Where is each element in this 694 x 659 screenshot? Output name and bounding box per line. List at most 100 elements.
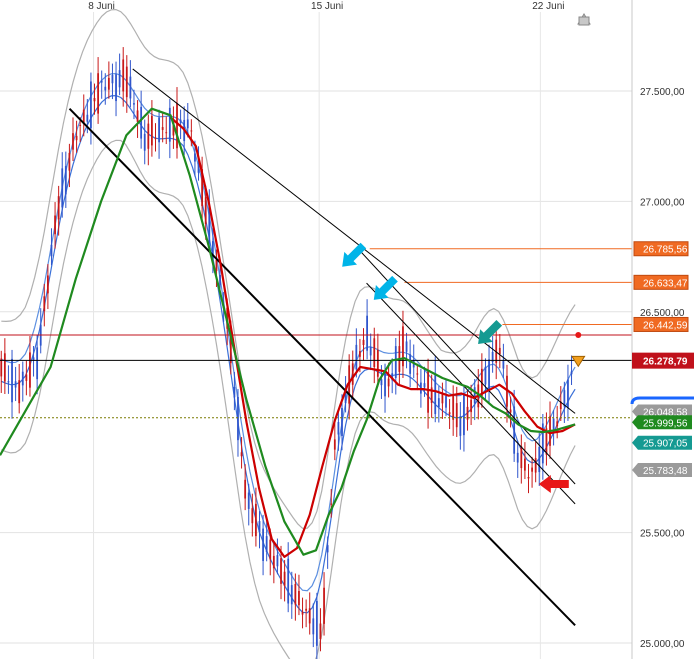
candle-body <box>190 130 193 132</box>
price-tag-label: 26.278,79 <box>643 357 688 368</box>
price-tag-label: 26.785,56 <box>643 245 688 256</box>
candle-body <box>176 103 178 149</box>
candle-body <box>473 387 476 404</box>
candle-body <box>445 396 447 408</box>
price-tag-label: 26.442,59 <box>643 320 688 331</box>
candle-body <box>459 416 462 436</box>
candle-body <box>165 132 168 134</box>
candle-body <box>129 76 132 99</box>
candle-body <box>21 371 24 386</box>
x-tick-label: 8 Juni <box>88 1 115 12</box>
candle-body <box>416 373 419 375</box>
candle-body <box>7 381 10 383</box>
candle-body <box>376 349 379 377</box>
candle-body <box>90 81 92 129</box>
candle-body <box>54 215 56 235</box>
price-tag: 25.783,48 <box>632 463 692 478</box>
candle-body <box>125 66 128 98</box>
price-tag: 26.442,59 <box>633 316 689 332</box>
candle-body <box>140 106 143 139</box>
candle-body <box>305 608 308 611</box>
candle-body <box>567 379 569 408</box>
candle-body <box>36 347 39 380</box>
candle-body <box>552 418 555 429</box>
candle-body <box>373 338 376 368</box>
candle-body <box>194 153 196 162</box>
candle-body <box>298 591 300 606</box>
candle-body <box>323 587 325 624</box>
candle-body <box>93 98 96 102</box>
candle-body <box>333 439 336 450</box>
candle-body <box>362 339 365 346</box>
candle-body <box>158 117 160 143</box>
candle-body <box>72 133 74 150</box>
house-icon-body[interactable] <box>578 16 590 26</box>
candle-body <box>104 86 107 91</box>
candle-body <box>441 394 444 404</box>
candle-body <box>100 80 103 83</box>
candle-body <box>258 521 261 533</box>
candle-body <box>143 133 146 151</box>
price-tag: 25.999,56 <box>632 415 692 430</box>
candle-body <box>409 354 412 374</box>
price-tag-label: 26.633,47 <box>643 278 688 289</box>
price-tag-label: 25.907,05 <box>643 439 688 450</box>
candle-body <box>319 623 322 640</box>
candle-body <box>50 244 53 257</box>
y-tick-label: 25.500,00 <box>640 529 685 540</box>
candle-body <box>204 197 207 225</box>
candle-body <box>168 107 171 142</box>
candle-body <box>61 168 64 208</box>
candle-body <box>369 346 372 356</box>
candle-body <box>434 372 437 415</box>
candle-body <box>43 296 46 312</box>
candle-body <box>136 110 139 122</box>
candle-body <box>326 545 329 553</box>
candle-body <box>341 407 343 437</box>
marker-dot <box>575 331 582 338</box>
candle-body <box>524 458 526 471</box>
candle-body <box>111 74 114 84</box>
candle-body <box>463 395 465 436</box>
candle-body <box>380 379 383 386</box>
candle-body <box>405 341 408 352</box>
candle-body <box>79 124 82 126</box>
candle-body <box>244 479 247 499</box>
x-tick-label: 22 Juni <box>532 1 564 12</box>
candle-body <box>470 399 473 413</box>
candle-body <box>115 74 117 102</box>
candle-body <box>151 115 153 146</box>
candle-body <box>68 152 71 171</box>
candle-body <box>276 555 279 567</box>
candle-body <box>14 381 17 388</box>
candle-body <box>509 409 512 413</box>
candle-body <box>133 103 135 105</box>
candle-body <box>502 360 505 369</box>
price-tags: 26.785,5626.633,4726.442,5926.278,7926.0… <box>630 241 694 478</box>
candle-body <box>538 446 541 473</box>
y-tick-label: 27.000,00 <box>640 197 685 208</box>
candle-body <box>394 346 397 378</box>
candle-body <box>423 383 426 388</box>
candle-body <box>516 452 519 463</box>
price-tag-label: 25.783,48 <box>643 466 688 477</box>
candle-body <box>75 135 78 141</box>
candle-body <box>290 585 293 605</box>
candle-body <box>534 458 537 473</box>
candle-body <box>215 259 218 271</box>
candle-body <box>18 380 21 404</box>
candle-body <box>337 422 340 435</box>
y-tick-label: 27.500,00 <box>640 87 685 98</box>
candle-body <box>351 363 354 385</box>
candle-body <box>251 508 254 524</box>
x-tick-label: 15 Juni <box>311 1 343 12</box>
candle-body <box>531 467 533 472</box>
candle-body <box>455 403 458 428</box>
candle-body <box>147 123 150 149</box>
candle-body <box>280 558 282 584</box>
candle-body <box>97 73 100 114</box>
candle-body <box>237 396 239 441</box>
candle-body <box>315 600 318 646</box>
candle-body <box>122 59 125 92</box>
candle-body <box>179 119 182 123</box>
